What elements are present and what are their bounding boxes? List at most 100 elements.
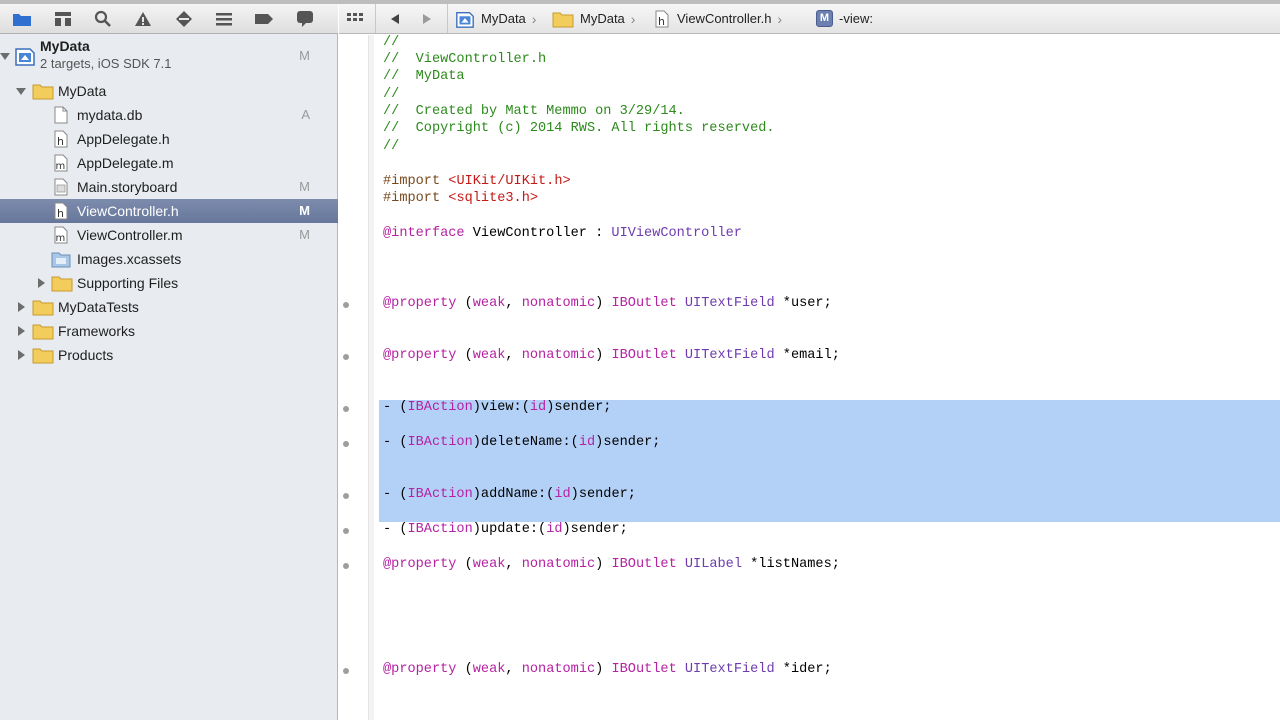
token: weak	[472, 557, 506, 572]
action-connection-icon[interactable]	[343, 493, 349, 499]
token: UITextField	[676, 662, 775, 677]
code-line: #import <sqlite3.h>	[383, 191, 538, 207]
symbol-navigator-icon[interactable]	[51, 8, 75, 30]
code-line: @property (weak, nonatomic) IBOutlet UIT…	[383, 296, 832, 312]
disclosure-closed-icon[interactable]	[15, 325, 27, 337]
token: )	[472, 435, 481, 450]
token: (	[456, 296, 473, 311]
outlet-connection-icon[interactable]	[343, 302, 349, 308]
breakpoint-icon[interactable]	[252, 8, 276, 30]
search-icon[interactable]	[91, 8, 115, 30]
token: )	[595, 662, 612, 677]
tree-item-products[interactable]: Products	[0, 343, 338, 367]
action-connection-icon[interactable]	[343, 406, 349, 412]
token: @property	[383, 296, 457, 311]
code-line: // MyData	[383, 69, 465, 84]
token: )	[595, 296, 612, 311]
token: *listNames;	[742, 557, 840, 572]
disclosure-closed-icon[interactable]	[15, 301, 27, 313]
token: nonatomic	[521, 296, 596, 311]
related-items-icon[interactable]	[347, 4, 363, 33]
disclosure-closed-icon[interactable]	[35, 277, 47, 289]
scm-badge: M	[299, 227, 310, 242]
code-line: //	[383, 87, 400, 102]
token: @interface	[383, 226, 465, 241]
tree-item-label: Images.xcassets	[77, 251, 182, 267]
disclosure-open-icon[interactable]	[15, 85, 27, 97]
tree-item-main-storyboard[interactable]: Main.storyboard M	[0, 175, 338, 199]
token: - (	[383, 400, 408, 415]
action-connection-icon[interactable]	[343, 528, 349, 534]
token: weak	[472, 296, 506, 311]
token: #import	[383, 191, 441, 206]
tree-item-viewcontroller-m[interactable]: m ViewController.m M	[0, 223, 338, 247]
focus-ribbon	[368, 35, 374, 720]
token: )	[472, 400, 481, 415]
tree-item-mydata-group[interactable]: MyData	[0, 79, 338, 103]
token: IBOutlet	[611, 296, 677, 311]
code-line: // Copyright (c) 2014 RWS. All rights re…	[383, 121, 775, 136]
disclosure-closed-icon[interactable]	[15, 349, 27, 361]
asset-catalog-icon	[51, 250, 71, 268]
tree-item-appdelegate-h[interactable]: h AppDelegate.h	[0, 127, 338, 151]
token: (	[456, 662, 473, 677]
tree-item-label: MyData	[58, 83, 107, 99]
tree-item-frameworks[interactable]: Frameworks	[0, 319, 338, 343]
token: *ider;	[774, 662, 832, 677]
test-diamond-icon[interactable]	[172, 8, 196, 30]
token: id	[546, 522, 563, 537]
tree-item-supporting-files[interactable]: Supporting Files	[0, 271, 338, 295]
svg-text:h: h	[57, 135, 64, 148]
token: )sender;	[546, 400, 612, 415]
tree-item-viewcontroller-h[interactable]: h ViewController.h M	[0, 199, 338, 223]
token: addName:(	[480, 487, 555, 502]
tree-item-appdelegate-m[interactable]: m AppDelegate.m	[0, 151, 338, 175]
project-name: MyData	[40, 38, 90, 54]
token: *user;	[774, 296, 832, 311]
tree-item-label: Supporting Files	[77, 275, 179, 291]
token: IBOutlet	[611, 662, 677, 677]
code-line: // ViewController.h	[383, 52, 547, 67]
tree-item-label: Main.storyboard	[77, 179, 178, 195]
token: id	[578, 435, 596, 450]
code-line: - (IBAction)deleteName:(id)sender;	[383, 435, 660, 451]
token: IBOutlet	[611, 557, 677, 572]
scm-badge: M	[299, 203, 310, 218]
token: id	[529, 400, 547, 415]
code-line: @property (weak, nonatomic) IBOutlet UIT…	[383, 348, 840, 364]
token: - (	[383, 522, 408, 537]
disclosure-open-icon[interactable]	[0, 50, 11, 62]
code-line: @property (weak, nonatomic) IBOutlet UIL…	[383, 557, 840, 573]
token: )sender;	[570, 487, 636, 502]
tree-item-mydatatests[interactable]: MyDataTests	[0, 295, 338, 319]
navigator-toolbar	[0, 4, 338, 34]
warning-icon[interactable]	[131, 8, 155, 30]
token: ViewController :	[464, 226, 612, 241]
code-line: - (IBAction)view:(id)sender;	[383, 400, 611, 416]
folder-icon	[32, 346, 54, 364]
folder-icon[interactable]	[10, 8, 34, 30]
code-text[interactable]: // // ViewController.h // MyData // // C…	[383, 4, 1273, 720]
tree-item-label: AppDelegate.m	[77, 155, 174, 171]
action-connection-icon[interactable]	[343, 441, 349, 447]
token: - (	[383, 487, 408, 502]
outlet-connection-icon[interactable]	[343, 563, 349, 569]
token: UIViewController	[611, 226, 742, 241]
token: (	[456, 557, 473, 572]
code-line: // Created by Matt Memmo on 3/29/14.	[383, 104, 685, 119]
svg-text:m: m	[56, 233, 66, 244]
code-line: //	[383, 35, 400, 50]
outlet-connection-icon[interactable]	[343, 668, 349, 674]
log-bubble-icon[interactable]	[293, 8, 317, 30]
outlet-connection-icon[interactable]	[343, 354, 349, 360]
tree-item-label: Products	[58, 347, 114, 363]
tree-item-images-xcassets[interactable]: Images.xcassets	[0, 247, 338, 271]
project-row[interactable]: MyData 2 targets, iOS SDK 7.1 M	[0, 36, 338, 76]
token: *email;	[774, 348, 840, 363]
token: )	[472, 487, 481, 502]
token: id	[554, 487, 571, 502]
tree-item-mydata-db[interactable]: mydata.db A	[0, 103, 338, 127]
token: )	[472, 522, 481, 537]
list-icon[interactable]	[212, 8, 236, 30]
storyboard-icon	[52, 178, 72, 196]
